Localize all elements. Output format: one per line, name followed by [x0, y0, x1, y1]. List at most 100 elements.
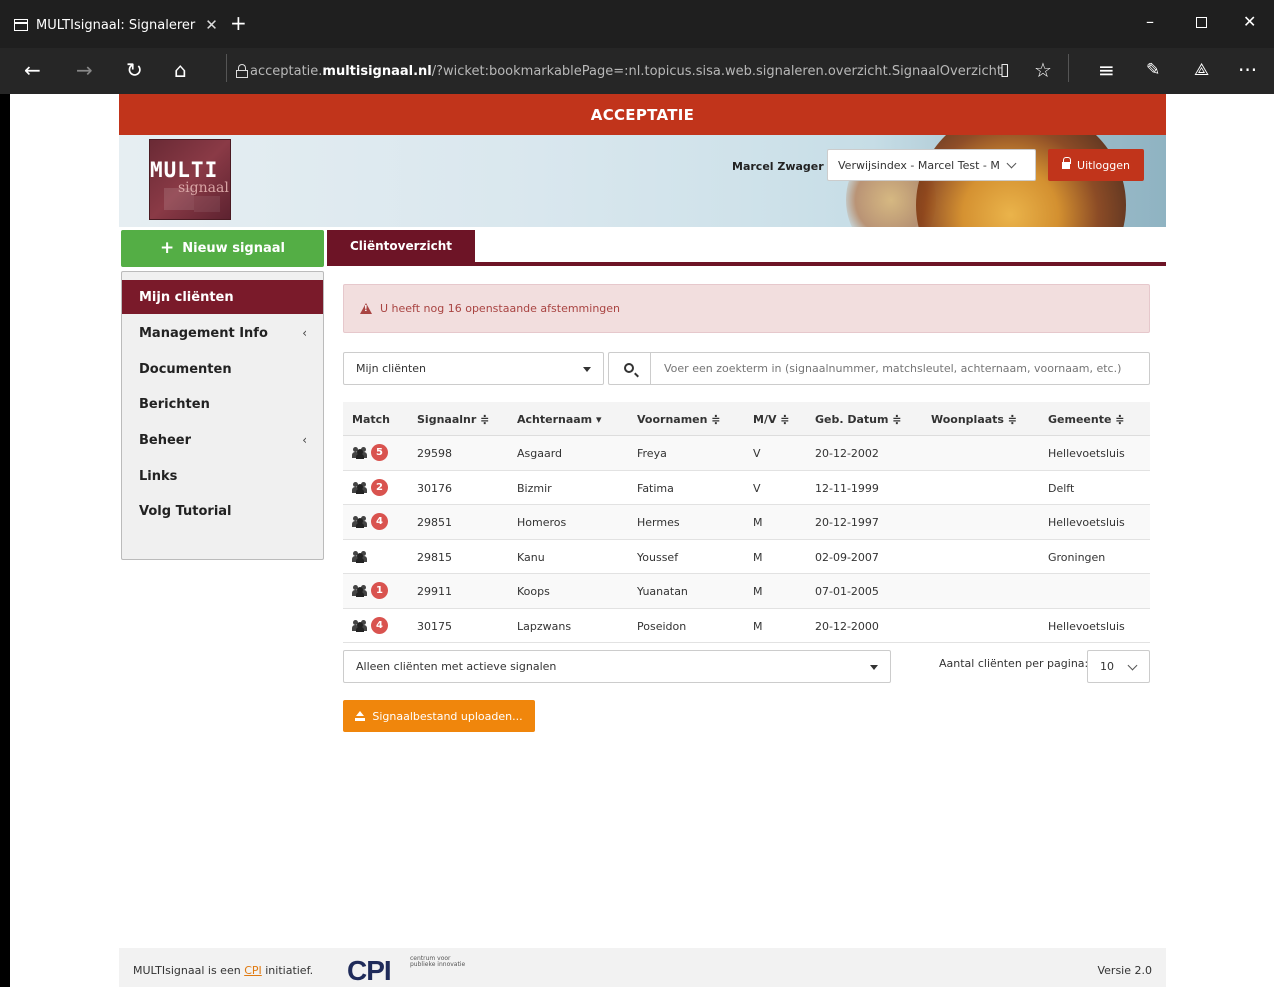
- favorite-star-icon[interactable]: ☆: [1034, 58, 1052, 82]
- column-header-mv[interactable]: M/V ≑: [753, 413, 790, 426]
- new-signal-button[interactable]: + Nieuw signaal: [121, 230, 324, 267]
- chevron-down-icon: [1006, 158, 1017, 168]
- cell-signaalnr: 29815: [417, 550, 452, 564]
- plus-icon: +: [160, 238, 175, 258]
- cell-signaalnr: 30175: [417, 619, 452, 633]
- minimize-icon[interactable]: –: [1146, 12, 1154, 31]
- chevron-down-icon: [1127, 660, 1138, 671]
- sidebar-item-berichten[interactable]: Berichten: [122, 387, 323, 421]
- nav-separator: [226, 54, 227, 82]
- content-tabs: Cliëntoverzicht: [327, 230, 1166, 266]
- cell-voornamen: Poseidon: [637, 619, 687, 633]
- organisation-select[interactable]: Verwijsindex - Marcel Test - M: [827, 149, 1036, 181]
- cell-achternaam: Kanu: [517, 550, 545, 564]
- hub-icon[interactable]: ≡: [1098, 58, 1115, 82]
- table-row[interactable]: 5 29598 Asgaard Freya V 20-12-2002 Hellevoetsl…: [343, 436, 1150, 471]
- warning-icon: [360, 303, 372, 314]
- home-icon[interactable]: ⌂: [174, 58, 187, 82]
- more-icon[interactable]: ···: [1238, 58, 1257, 82]
- back-icon[interactable]: ←: [24, 58, 41, 82]
- cpi-link[interactable]: CPI: [244, 964, 262, 977]
- cell-voornamen: Yuanatan: [637, 585, 688, 598]
- table-row[interactable]: 1 29911 Koops Yuanatan M 07-01-2005: [343, 574, 1150, 609]
- multisignaal-logo[interactable]: MULTI signaal: [149, 139, 231, 220]
- cell-mv: M: [753, 619, 763, 633]
- cell-geb: 20-12-2000: [815, 619, 879, 633]
- cell-mv: M: [753, 516, 763, 529]
- cell-voornamen: Youssef: [637, 550, 679, 564]
- browser-tab[interactable]: MULTIsignaal: Signalerer ✕: [14, 10, 220, 40]
- cell-mv: V: [753, 481, 761, 495]
- page-footer: MULTIsignaal is een CPI initiatief. CPI …: [119, 948, 1166, 987]
- cell-gemeente: Groningen: [1048, 550, 1106, 564]
- cell-achternaam: Homeros: [517, 516, 567, 529]
- table-row[interactable]: 4 29851 Homeros Hermes M 20-12-1997 Hellevoets…: [343, 505, 1150, 540]
- cell-gemeente: Hellevoetsluis: [1048, 516, 1125, 529]
- table-row[interactable]: 4 30175 Lapzwans Poseidon M 20-12-2000 Hellevo…: [343, 609, 1150, 643]
- tab-close-icon[interactable]: ✕: [205, 16, 218, 34]
- sidebar-item-links[interactable]: Links: [122, 459, 323, 493]
- sidebar-item-beheer[interactable]: Beheer ‹: [122, 423, 323, 457]
- sidebar-item-documenten[interactable]: Documenten: [122, 352, 323, 386]
- match-count-badge[interactable]: 5: [371, 444, 388, 461]
- table-row[interactable]: 29815 Kanu Youssef M 02-09-2007 Groningen: [343, 540, 1150, 574]
- per-page-label: Aantal cliënten per pagina:: [939, 657, 1089, 670]
- refresh-icon[interactable]: ↻: [126, 58, 143, 82]
- match-count-badge[interactable]: 4: [371, 616, 388, 634]
- group-icon: [352, 585, 368, 597]
- cell-signaalnr: 30176: [417, 481, 452, 495]
- sidebar-item-volg-tutorial[interactable]: Volg Tutorial: [122, 494, 323, 528]
- column-header-woonplaats[interactable]: Woonplaats ≑: [931, 413, 1017, 426]
- sidebar-item-mijn-clienten[interactable]: Mijn cliënten: [122, 280, 323, 314]
- forward-icon[interactable]: →: [76, 58, 93, 82]
- alert-banner: U heeft nog 16 openstaande afstemmingen: [343, 284, 1150, 333]
- match-count-badge[interactable]: 4: [371, 513, 388, 530]
- logout-button[interactable]: Uitloggen: [1048, 149, 1144, 181]
- chevron-left-icon: ‹: [302, 433, 307, 447]
- reading-view-icon[interactable]: ▯: [1000, 58, 1009, 82]
- search-input[interactable]: [650, 352, 1150, 385]
- cell-signaalnr: 29598: [417, 447, 452, 460]
- cell-signaalnr: 29911: [417, 585, 452, 598]
- column-header-gemeente[interactable]: Gemeente ≑: [1048, 413, 1124, 426]
- cell-achternaam: Lapzwans: [517, 619, 572, 633]
- new-tab-button[interactable]: +: [230, 12, 247, 34]
- group-icon: [352, 619, 368, 632]
- upload-signal-file-button[interactable]: Signaalbestand uploaden...: [343, 700, 535, 732]
- client-filter-select[interactable]: Mijn cliënten: [343, 352, 604, 385]
- sidebar-item-management-info[interactable]: Management Info ‹: [122, 316, 323, 350]
- tab-clientoverzicht[interactable]: Cliëntoverzicht: [327, 230, 475, 262]
- cell-voornamen: Hermes: [637, 516, 680, 529]
- footer-text: MULTIsignaal is een CPI initiatief.: [133, 964, 314, 977]
- cell-mv: V: [753, 447, 761, 460]
- maximize-icon[interactable]: [1196, 17, 1207, 28]
- column-header-geb-datum[interactable]: Geb. Datum ≑: [815, 413, 902, 426]
- table-row[interactable]: 2 30176 Bizmir Fatima V 12-11-1999 Delft: [343, 471, 1150, 505]
- search-button[interactable]: [608, 352, 650, 385]
- search-icon: [624, 363, 634, 373]
- tab-page-icon: [14, 19, 28, 31]
- client-table: Match Signaalnr ≑ Achternaam ▾ Voornamen…: [343, 402, 1150, 643]
- match-count-badge[interactable]: 1: [371, 582, 388, 599]
- cell-mv: M: [753, 550, 763, 564]
- column-header-voornamen[interactable]: Voornamen ≑: [637, 413, 721, 426]
- cell-gemeente: Hellevoetsluis: [1048, 447, 1125, 460]
- nav-separator: [1068, 54, 1069, 82]
- cell-achternaam: Bizmir: [517, 481, 552, 495]
- per-page-select[interactable]: 10: [1087, 650, 1150, 683]
- cell-geb: 12-11-1999: [815, 481, 879, 495]
- user-name: Marcel Zwager: [732, 160, 824, 173]
- column-header-achternaam[interactable]: Achternaam ▾: [517, 413, 602, 426]
- match-count-badge[interactable]: 2: [371, 478, 388, 496]
- address-bar[interactable]: acceptatie.multisignaal.nl/?wicket:bookm…: [236, 58, 1002, 84]
- chevron-left-icon: ‹: [302, 326, 307, 340]
- page-viewport: ACCEPTATIE MULTI signaal Marcel Zwager V…: [10, 94, 1274, 987]
- active-signals-filter-select[interactable]: Alleen cliënten met actieve signalen: [343, 650, 891, 683]
- web-note-icon[interactable]: ✎: [1146, 58, 1160, 82]
- close-window-icon[interactable]: ✕: [1243, 12, 1256, 31]
- sidebar-menu: Mijn cliënten Management Info ‹ Documente…: [121, 271, 324, 560]
- cpi-logo[interactable]: CPI: [347, 954, 392, 987]
- environment-banner: ACCEPTATIE: [119, 94, 1166, 135]
- share-icon[interactable]: ⟁: [1194, 58, 1209, 82]
- column-header-signaalnr[interactable]: Signaalnr ≑: [417, 413, 489, 426]
